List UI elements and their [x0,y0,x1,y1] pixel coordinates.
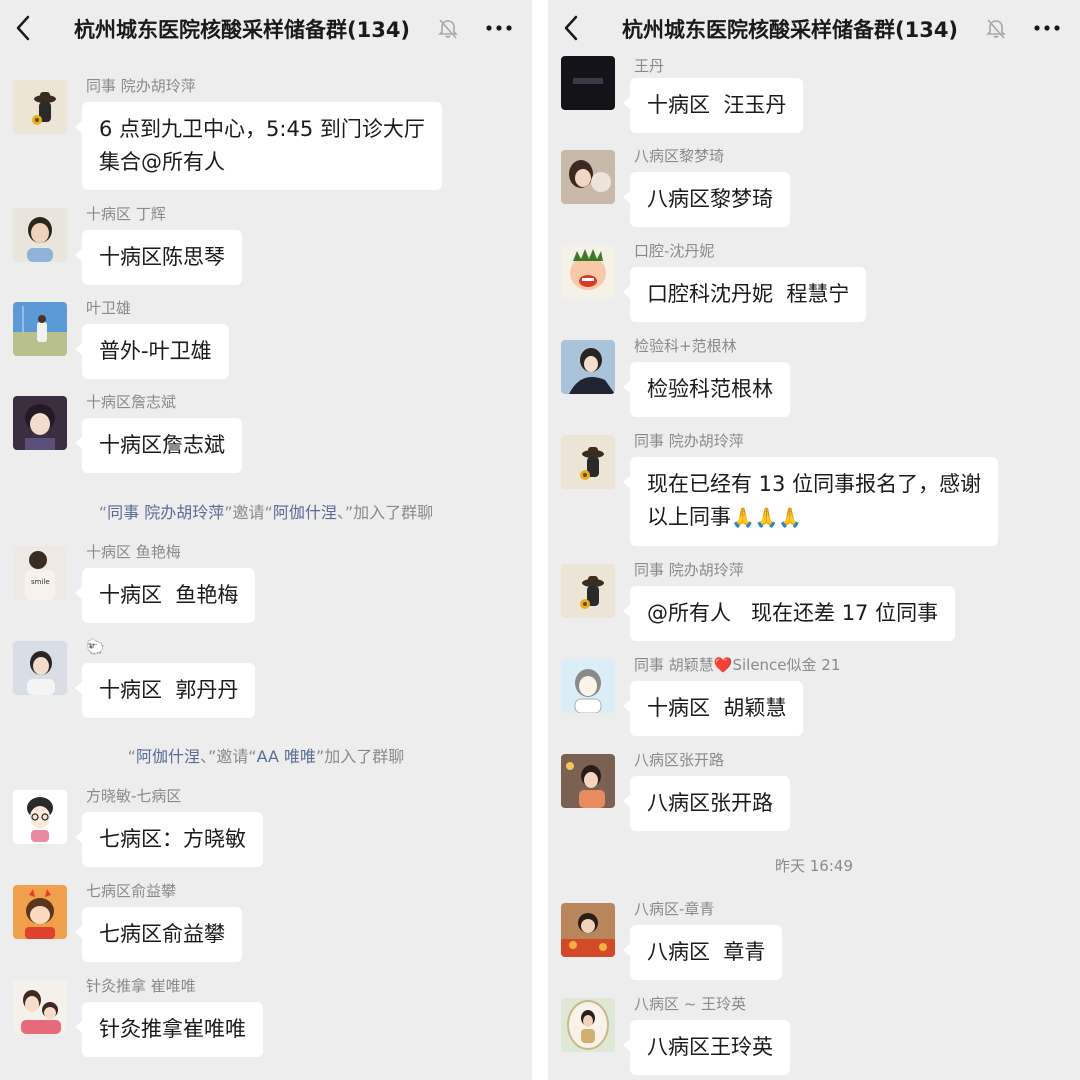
sender-name: 八病区-章青 [634,900,715,918]
avatar[interactable] [13,980,67,1034]
message-bubble[interactable]: 针灸推拿崔唯唯 [75,1002,263,1057]
message-bubble[interactable]: 八病区 章青 [622,925,783,980]
sender-name: 十病区 丁辉 [86,205,166,223]
message-bubble[interactable]: 十病区 汪玉丹 [622,78,804,133]
message-bubble[interactable]: 普外-叶卫雄 [75,324,229,379]
sender-name: 同事 胡颖慧❤️Silence似金 21 [634,656,841,674]
message-bubble[interactable]: 七病区：方晓敏 [75,812,263,867]
back-icon[interactable] [12,14,36,42]
heart-icon: ❤️ [713,656,733,674]
sender-name: 八病区黎梦琦 [634,147,725,165]
message-bubble[interactable]: 十病区陈思琴 [75,230,242,285]
sender-name: 十病区詹志斌 [86,393,177,411]
message-bubble[interactable]: 现在已经有 13 位同事报名了，感谢 以上同事🙏🙏🙏 [622,457,999,546]
sender-name: 针灸推拿 崔唯唯 [86,977,196,995]
sender-name: 八病区张开路 [634,751,725,769]
chat-panel-left: 杭州城东医院核酸采样储备群(134) 同事 院办胡玲萍 6 点到九卫中心，5:4… [0,0,532,1080]
sender-name: 同事 院办胡玲萍 [634,432,744,450]
more-icon[interactable] [484,14,514,42]
message-bubble[interactable]: 口腔科沈丹妮 程慧宁 [622,267,867,322]
sender-name: 七病区俞益攀 [86,882,177,900]
message-bubble[interactable]: 十病区 鱼艳梅 [74,568,256,623]
avatar[interactable] [13,885,67,939]
mention-link[interactable]: AA 唯唯 [257,747,316,766]
avatar[interactable] [561,245,615,299]
sender-name: 口腔-沈丹妮 [634,242,715,260]
avatar[interactable]: smile [13,546,67,600]
message-bubble[interactable]: 检验科范根林 [623,362,790,417]
sender-name: 十病区 鱼艳梅 [86,543,181,561]
avatar[interactable] [561,998,615,1052]
avatar[interactable] [561,659,615,713]
mention-link[interactable]: 阿伽什涅 [273,503,337,522]
pray-emoji-icon: 🙏🙏🙏 [731,507,802,529]
timestamp: 昨天 16:49 [775,857,853,875]
avatar[interactable] [561,754,615,808]
mention-link[interactable]: 阿伽什涅 [136,747,200,766]
system-notice: “阿伽什涅、”邀请“AA 唯唯”加入了群聊 [127,747,405,766]
back-icon[interactable] [560,14,584,42]
avatar[interactable] [561,340,615,394]
sender-name: 🐑 [86,638,105,656]
avatar[interactable] [13,80,67,134]
avatar[interactable] [13,641,67,695]
top-bar: 杭州城东医院核酸采样储备群(134) [548,0,1080,56]
message-bubble[interactable]: @所有人 现在还差 17 位同事 [622,586,956,641]
top-bar: 杭州城东医院核酸采样储备群(134) [0,0,532,58]
sender-name: 检验科+范根林 [634,337,737,355]
chat-title: 杭州城东医院核酸采样储备群(134) [622,18,959,42]
message-bubble[interactable]: 十病区 胡颖慧 [622,681,804,736]
sender-name: 王丹 [634,57,665,75]
message-bubble[interactable]: 十病区詹志斌 [75,418,242,473]
message-bubble[interactable]: 八病区黎梦琦 [623,172,790,227]
sender-name: 方晓敏-七病区 [86,787,182,805]
message-bubble[interactable]: 十病区 郭丹丹 [74,663,256,718]
mute-bell-icon [438,18,458,40]
sender-name: 同事 院办胡玲萍 [634,561,744,579]
message-bubble[interactable]: 八病区张开路 [623,776,790,831]
message-bubble[interactable]: 八病区王玲英 [623,1020,790,1075]
avatar[interactable] [13,302,67,356]
sender-name: 同事 院办胡玲萍 [86,77,196,95]
sender-name: 叶卫雄 [86,299,132,317]
message-bubble[interactable]: 七病区俞益攀 [75,907,242,962]
avatar[interactable] [13,790,67,844]
system-notice: “同事 院办胡玲萍”邀请“阿伽什涅、”加入了群聊 [98,503,434,522]
sender-name: 八病区 ~ 王玲英 [634,995,747,1013]
chat-panel-right: 王丹 十病区 汪玉丹 杭州城东医院核酸采样储备群(134) 八病区黎梦琦 八病区… [548,0,1080,1080]
mention-link[interactable]: 同事 院办胡玲萍 [107,503,224,522]
message-bubble[interactable]: 6 点到九卫中心，5:45 到门诊大厅 集合@所有人 [75,102,442,190]
mute-bell-icon [986,18,1006,40]
avatar[interactable] [561,903,615,957]
avatar[interactable] [561,56,615,110]
svg-text:smile: smile [31,578,50,586]
avatar[interactable] [13,396,67,450]
avatar[interactable] [13,208,67,262]
more-icon[interactable] [1032,14,1062,42]
avatar[interactable] [561,564,615,618]
avatar[interactable] [561,435,615,489]
chat-title: 杭州城东医院核酸采样储备群(134) [74,18,411,42]
avatar[interactable] [561,150,615,204]
